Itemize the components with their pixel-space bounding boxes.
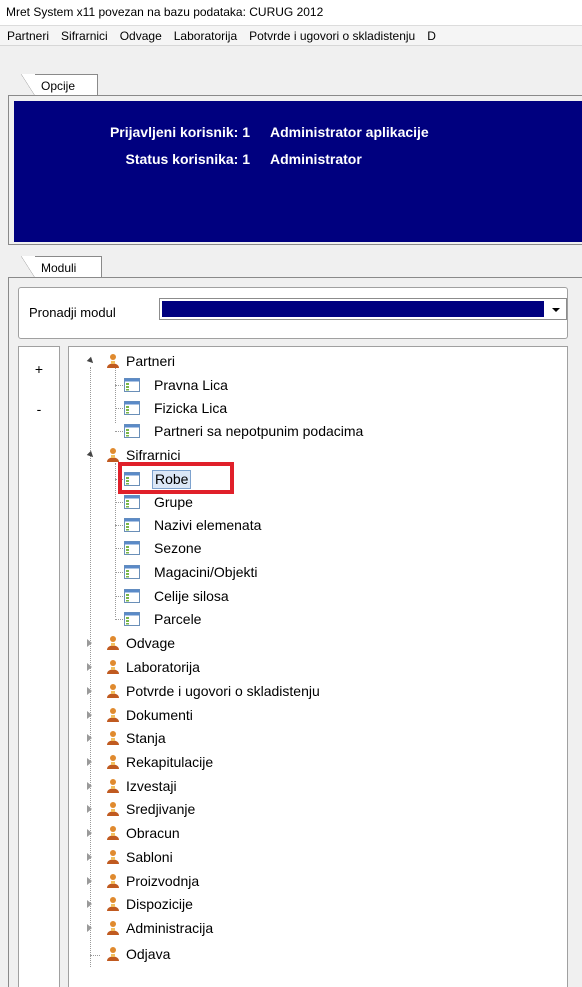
tab-opcije[interactable]: Opcije [21, 74, 98, 96]
user-module-icon [107, 731, 119, 745]
tree-node-parcele[interactable]: Parcele [69, 609, 567, 629]
collapsed-arrow-icon[interactable] [87, 663, 92, 671]
tree-node-potvrde[interactable]: Potvrde i ugovori o skladistenju [69, 681, 567, 701]
form-icon [124, 565, 140, 579]
user-status-value: Administrator [270, 151, 362, 167]
module-finder-label: Pronadji modul [29, 305, 116, 320]
user-module-icon [107, 779, 119, 793]
user-module-icon [107, 354, 119, 368]
collapsed-arrow-icon[interactable] [87, 711, 92, 719]
tree-node-odvage[interactable]: Odvage [69, 633, 567, 653]
tree-node-partneri[interactable]: Partneri [69, 351, 567, 371]
user-module-icon [107, 874, 119, 888]
user-module-icon [107, 826, 119, 840]
chevron-down-icon[interactable] [552, 308, 560, 312]
tree-node-administracija[interactable]: Administracija [69, 918, 567, 938]
user-module-icon [107, 897, 119, 911]
collapsed-arrow-icon[interactable] [87, 782, 92, 790]
user-module-icon [107, 850, 119, 864]
form-icon [124, 495, 140, 509]
collapsed-arrow-icon[interactable] [87, 877, 92, 885]
expand-all-button[interactable]: + [19, 361, 59, 377]
tree-controls: + - [18, 346, 60, 987]
user-module-icon [107, 684, 119, 698]
tree-node-rekapitulacije[interactable]: Rekapitulacije [69, 752, 567, 772]
logged-user-label: Prijavljeni korisnik: 1 [109, 124, 250, 140]
collapsed-arrow-icon[interactable] [87, 829, 92, 837]
user-module-icon [107, 660, 119, 674]
menu-partneri[interactable]: Partneri [0, 26, 55, 43]
window-title: Mret System x11 povezan na bazu podataka… [0, 0, 582, 26]
tree-node-proizvodnja[interactable]: Proizvodnja [69, 871, 567, 891]
tree-node-laboratorija[interactable]: Laboratorija [69, 657, 567, 677]
user-module-icon [107, 802, 119, 816]
collapse-all-button[interactable]: - [19, 401, 59, 417]
expanded-arrow-icon[interactable] [86, 450, 96, 460]
collapsed-arrow-icon[interactable] [87, 853, 92, 861]
collapsed-arrow-icon[interactable] [87, 805, 92, 813]
menu-more[interactable]: D [421, 26, 442, 43]
tree-node-partneri-nepotpuni[interactable]: Partneri sa nepotpunim podacima [69, 421, 567, 441]
logged-user-value: Administrator aplikacije [270, 124, 429, 140]
tree-node-izvestaji[interactable]: Izvestaji [69, 776, 567, 796]
collapsed-arrow-icon[interactable] [87, 734, 92, 742]
form-icon [124, 541, 140, 555]
highlight-annotation [118, 462, 234, 494]
user-module-icon [107, 448, 119, 462]
collapsed-arrow-icon[interactable] [87, 900, 92, 908]
collapsed-arrow-icon[interactable] [87, 639, 92, 647]
collapsed-arrow-icon[interactable] [87, 758, 92, 766]
user-module-icon [107, 921, 119, 935]
user-module-icon [107, 636, 119, 650]
user-status-label: Status korisnika: 1 [125, 151, 251, 167]
menu-laboratorija[interactable]: Laboratorija [168, 26, 243, 43]
collapsed-arrow-icon[interactable] [87, 924, 92, 932]
menu-potvrde[interactable]: Potvrde i ugovori o skladistenju [243, 26, 421, 43]
user-module-icon [107, 947, 119, 961]
tree-node-sezone[interactable]: Sezone [69, 538, 567, 558]
module-finder: Pronadji modul [18, 287, 568, 339]
tree-node-pravna-lica[interactable]: Pravna Lica [69, 375, 567, 395]
user-info-box: Prijavljeni korisnik: 1 Administrator ap… [14, 101, 582, 242]
tree-node-magacini[interactable]: Magacini/Objekti [69, 562, 567, 582]
tree-node-celije-silosa[interactable]: Celije silosa [69, 586, 567, 606]
tree-node-fizicka-lica[interactable]: Fizicka Lica [69, 398, 567, 418]
form-icon [124, 424, 140, 438]
module-finder-select[interactable] [159, 298, 567, 320]
form-icon [124, 518, 140, 532]
collapsed-arrow-icon[interactable] [87, 687, 92, 695]
tree-node-sabloni[interactable]: Sabloni [69, 847, 567, 867]
tree-node-grupe[interactable]: Grupe [69, 492, 567, 512]
form-icon [124, 589, 140, 603]
tree-node-dokumenti[interactable]: Dokumenti [69, 705, 567, 725]
user-module-icon [107, 755, 119, 769]
expanded-arrow-icon[interactable] [86, 356, 96, 366]
menu-odvage[interactable]: Odvage [114, 26, 168, 43]
tree-node-sredjivanje[interactable]: Sredjivanje [69, 799, 567, 819]
tree-node-dispozicije[interactable]: Dispozicije [69, 894, 567, 914]
tree-node-stanja[interactable]: Stanja [69, 728, 567, 748]
module-tree: Partneri Pravna Lica Fizicka Lica Partne… [68, 346, 568, 987]
menu-bar: Partneri Sifrarnici Odvage Laboratorija Potv… [0, 26, 582, 46]
tree-node-obracun[interactable]: Obracun [69, 823, 567, 843]
user-module-icon [107, 708, 119, 722]
tree-node-nazivi-elemenata[interactable]: Nazivi elemenata [69, 515, 567, 535]
tab-moduli[interactable]: Moduli [21, 256, 102, 278]
menu-sifrarnici[interactable]: Sifrarnici [55, 26, 114, 43]
module-finder-value [162, 301, 544, 317]
form-icon [124, 612, 140, 626]
form-icon [124, 378, 140, 392]
form-icon [124, 401, 140, 415]
tree-node-odjava[interactable]: Odjava [69, 944, 567, 964]
